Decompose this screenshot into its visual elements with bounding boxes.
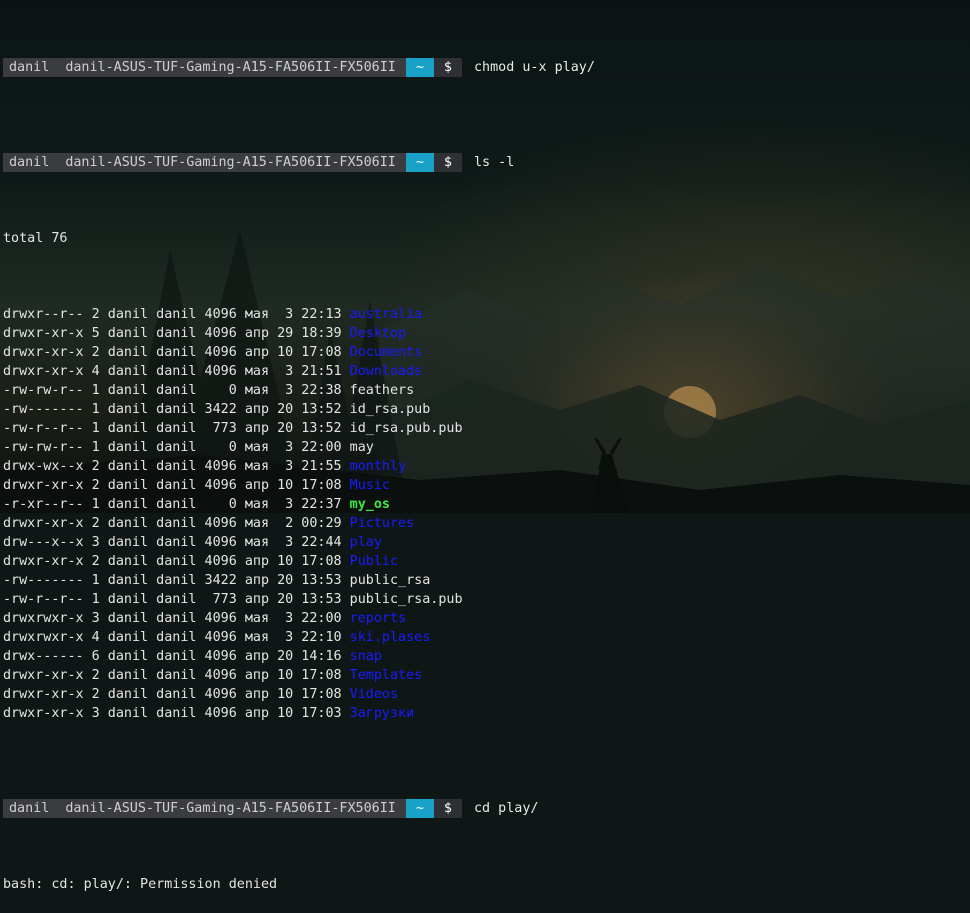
- listing-row: drwxr-xr-x 2 danil danil 4096 мая 2 00:2…: [3, 514, 970, 533]
- file-name: monthly: [349, 459, 407, 474]
- file-name: snap: [349, 649, 382, 664]
- listing-row: drwx-wx--x 2 danil danil 4096 мая 3 21:5…: [3, 457, 970, 476]
- prompt-user: danil: [3, 58, 58, 77]
- file-meta: drwxr-xr-x 2 danil danil 4096 апр 10 17:…: [3, 668, 350, 683]
- listing-row: drwxr-xr-x 5 danil danil 4096 апр 29 18:…: [3, 324, 970, 343]
- listing-row: drwxrwxr-x 3 danil danil 4096 мая 3 22:0…: [3, 609, 970, 628]
- file-meta: -r-xr--r-- 1 danil danil 0 мая 3 22:37: [3, 497, 350, 512]
- file-meta: -rw------- 1 danil danil 3422 апр 20 13:…: [3, 402, 350, 417]
- prompt-line: danil danil-ASUS-TUF-Gaming-A15-FA506II-F…: [3, 799, 970, 818]
- prompt-dir: ~: [405, 58, 434, 77]
- prompt-host: danil-ASUS-TUF-Gaming-A15-FA506II-FX506I…: [57, 58, 406, 77]
- prompt-user: danil: [3, 153, 58, 172]
- prompt-host: danil-ASUS-TUF-Gaming-A15-FA506II-FX506I…: [57, 153, 406, 172]
- file-name: Desktop: [349, 326, 407, 341]
- listing-row: drwxr-xr-x 3 danil danil 4096 апр 10 17:…: [3, 704, 970, 723]
- file-name: my_os: [349, 497, 390, 512]
- listing-row: drwx------ 6 danil danil 4096 апр 20 14:…: [3, 647, 970, 666]
- file-meta: drwxr-xr-x 2 danil danil 4096 апр 10 17:…: [3, 345, 350, 360]
- file-meta: -rw-rw-r-- 1 danil danil 0 мая 3 22:38: [3, 383, 350, 398]
- file-meta: drwxrwxr-x 4 danil danil 4096 мая 3 22:1…: [3, 630, 350, 645]
- prompt: danil danil-ASUS-TUF-Gaming-A15-FA506II-F…: [3, 799, 462, 818]
- file-meta: drwxr-xr-x 2 danil danil 4096 апр 10 17:…: [3, 687, 350, 702]
- file-meta: -rw-r--r-- 1 danil danil 773 апр 20 13:5…: [3, 421, 350, 436]
- listing-row: drwxr-xr-x 4 danil danil 4096 мая 3 21:5…: [3, 362, 970, 381]
- file-name: Videos: [349, 687, 399, 702]
- file-meta: drwxr-xr-x 2 danil danil 4096 апр 10 17:…: [3, 478, 350, 493]
- command-text: cd play/: [473, 801, 539, 816]
- file-name: play: [349, 535, 382, 550]
- prompt: danil danil-ASUS-TUF-Gaming-A15-FA506II-F…: [3, 153, 462, 172]
- file-name: ski.plases: [349, 630, 431, 645]
- error-message: bash: cd: play/: Permission denied: [3, 877, 278, 892]
- listing-row: -rw-rw-r-- 1 danil danil 0 мая 3 22:38 f…: [3, 381, 970, 400]
- prompt-line: danil danil-ASUS-TUF-Gaming-A15-FA506II-F…: [3, 58, 970, 77]
- file-meta: drwxr-xr-x 3 danil danil 4096 апр 10 17:…: [3, 706, 350, 721]
- file-name: Загрузки: [349, 706, 415, 721]
- listing-row: -rw------- 1 danil danil 3422 апр 20 13:…: [3, 571, 970, 590]
- file-name: Templates: [349, 668, 423, 683]
- file-meta: -rw-rw-r-- 1 danil danil 0 мая 3 22:00: [3, 440, 350, 455]
- listing-row: -rw-rw-r-- 1 danil danil 0 мая 3 22:00 m…: [3, 438, 970, 457]
- listing-row: drwxr-xr-x 2 danil danil 4096 апр 10 17:…: [3, 685, 970, 704]
- prompt-symbol: $: [433, 153, 462, 172]
- prompt-host: danil-ASUS-TUF-Gaming-A15-FA506II-FX506I…: [57, 799, 406, 818]
- listing-row: drwxr--r-- 2 danil danil 4096 мая 3 22:1…: [3, 305, 970, 324]
- file-name: Documents: [349, 345, 423, 360]
- file-meta: -rw-r--r-- 1 danil danil 773 апр 20 13:5…: [3, 592, 350, 607]
- file-meta: drwx------ 6 danil danil 4096 апр 20 14:…: [3, 649, 350, 664]
- file-meta: drwxr--r-- 2 danil danil 4096 мая 3 22:1…: [3, 307, 350, 322]
- file-meta: drwxr-xr-x 2 danil danil 4096 мая 2 00:2…: [3, 516, 350, 531]
- listing-row: -r-xr--r-- 1 danil danil 0 мая 3 22:37 m…: [3, 495, 970, 514]
- listing-row: -rw-r--r-- 1 danil danil 773 апр 20 13:5…: [3, 590, 970, 609]
- listing-row: drw---x--x 3 danil danil 4096 мая 3 22:4…: [3, 533, 970, 552]
- file-name: public_rsa.pub: [349, 592, 463, 607]
- listing-row: drwxr-xr-x 2 danil danil 4096 апр 10 17:…: [3, 476, 970, 495]
- file-name: Downloads: [349, 364, 423, 379]
- command-text: chmod u-x play/: [473, 60, 595, 75]
- prompt-dir: ~: [405, 799, 434, 818]
- ls-listing: drwxr--r-- 2 danil danil 4096 мая 3 22:1…: [3, 305, 970, 723]
- file-name: public_rsa: [349, 573, 431, 588]
- prompt: danil danil-ASUS-TUF-Gaming-A15-FA506II-F…: [3, 58, 462, 77]
- file-meta: drw---x--x 3 danil danil 4096 мая 3 22:4…: [3, 535, 350, 550]
- file-meta: drwxr-xr-x 4 danil danil 4096 мая 3 21:5…: [3, 364, 350, 379]
- file-meta: drwxrwxr-x 3 danil danil 4096 мая 3 22:0…: [3, 611, 350, 626]
- prompt-symbol: $: [433, 799, 462, 818]
- file-meta: drwxr-xr-x 5 danil danil 4096 апр 29 18:…: [3, 326, 350, 341]
- file-meta: drwxr-xr-x 2 danil danil 4096 апр 10 17:…: [3, 554, 350, 569]
- total-line: total 76: [3, 231, 68, 246]
- prompt-line: danil danil-ASUS-TUF-Gaming-A15-FA506II-F…: [3, 153, 970, 172]
- listing-row: drwxr-xr-x 2 danil danil 4096 апр 10 17:…: [3, 552, 970, 571]
- listing-row: drwxr-xr-x 2 danil danil 4096 апр 10 17:…: [3, 666, 970, 685]
- prompt-user: danil: [3, 799, 58, 818]
- file-name: id_rsa.pub.pub: [349, 421, 463, 436]
- file-name: Music: [349, 478, 390, 493]
- file-name: feathers: [349, 383, 415, 398]
- file-name: Pictures: [349, 516, 415, 531]
- file-meta: drwx-wx--x 2 danil danil 4096 мая 3 21:5…: [3, 459, 350, 474]
- file-name: id_rsa.pub: [349, 402, 431, 417]
- terminal-output[interactable]: danil danil-ASUS-TUF-Gaming-A15-FA506II-F…: [3, 1, 970, 913]
- listing-row: drwxr-xr-x 2 danil danil 4096 апр 10 17:…: [3, 343, 970, 362]
- command-text: ls -l: [473, 155, 515, 170]
- file-name: may: [349, 440, 374, 455]
- file-name: australia: [349, 307, 423, 322]
- listing-row: -rw------- 1 danil danil 3422 апр 20 13:…: [3, 400, 970, 419]
- listing-row: -rw-r--r-- 1 danil danil 773 апр 20 13:5…: [3, 419, 970, 438]
- prompt-dir: ~: [405, 153, 434, 172]
- file-name: Public: [349, 554, 399, 569]
- file-meta: -rw------- 1 danil danil 3422 апр 20 13:…: [3, 573, 350, 588]
- prompt-symbol: $: [433, 58, 462, 77]
- listing-row: drwxrwxr-x 4 danil danil 4096 мая 3 22:1…: [3, 628, 970, 647]
- file-name: reports: [349, 611, 407, 626]
